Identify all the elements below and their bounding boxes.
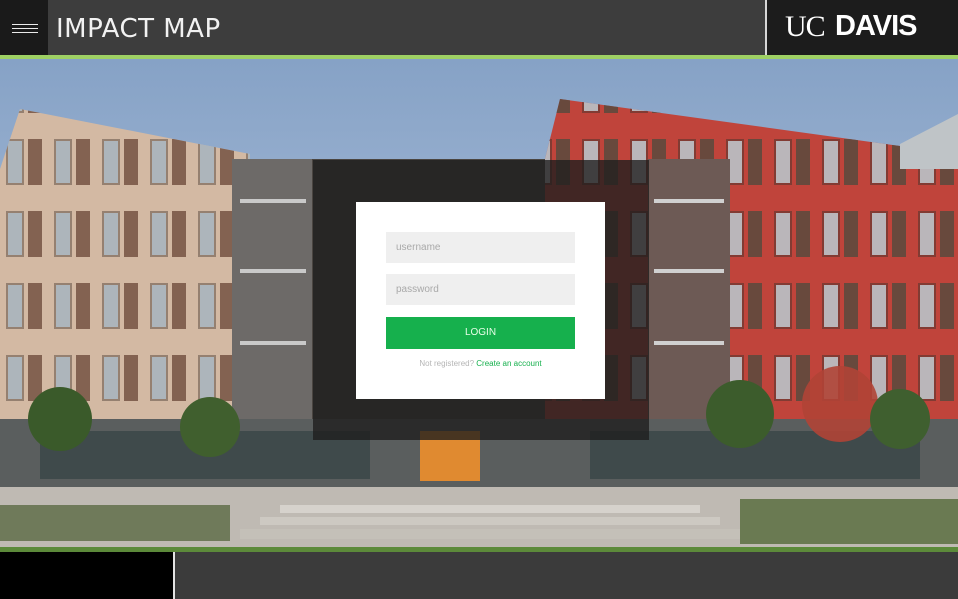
logo-uc-text: UC	[785, 10, 826, 43]
footer-bar	[0, 552, 958, 599]
uc-davis-logo[interactable]: UC DAVIS	[765, 0, 958, 55]
login-form: LOGIN Not registered? Create an account	[356, 202, 605, 399]
menu-icon-line	[12, 28, 38, 29]
menu-icon-line	[12, 32, 38, 33]
register-prompt: Not registered? Create an account	[356, 359, 605, 368]
hamburger-menu-button[interactable]	[0, 0, 48, 55]
menu-icon-line	[12, 24, 38, 25]
login-button[interactable]: LOGIN	[386, 317, 575, 349]
top-header: IMPACT MAP UC DAVIS	[0, 0, 958, 55]
footer-left-panel	[0, 552, 175, 599]
password-input[interactable]	[386, 274, 575, 305]
app-title: IMPACT MAP	[56, 14, 221, 44]
create-account-link[interactable]: Create an account	[476, 359, 541, 368]
register-prompt-text: Not registered?	[419, 359, 475, 368]
username-input[interactable]	[386, 232, 575, 263]
logo-davis-text: DAVIS	[835, 10, 917, 42]
